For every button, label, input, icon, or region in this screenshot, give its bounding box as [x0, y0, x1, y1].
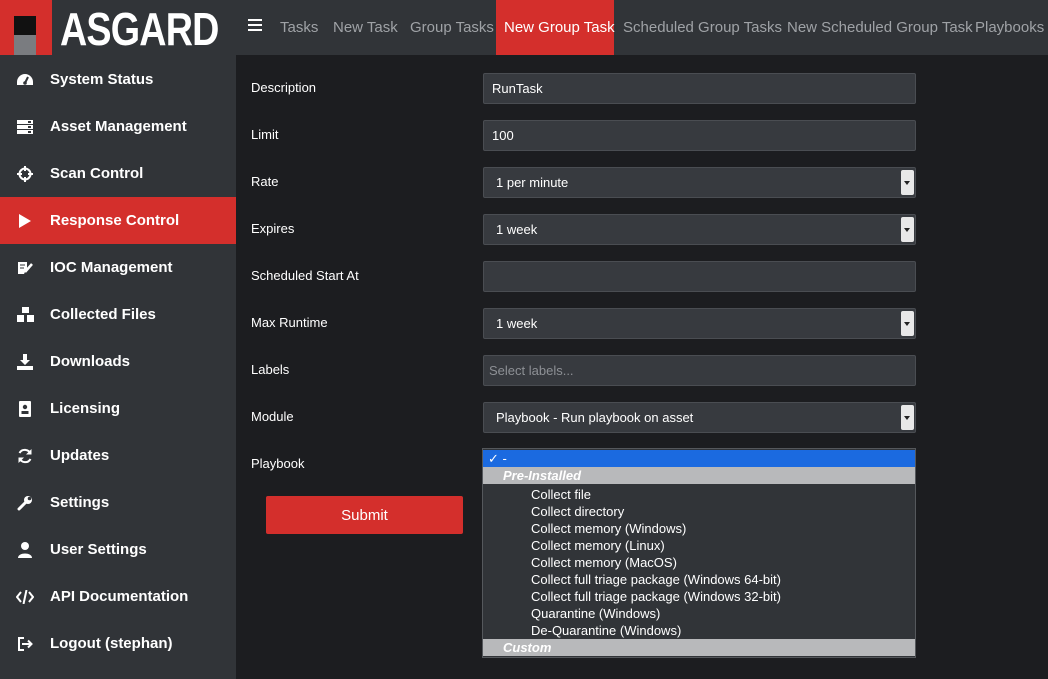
- sidebar-item-api-documentation[interactable]: API Documentation: [0, 573, 236, 620]
- sidebar-item-updates[interactable]: Updates: [0, 432, 236, 479]
- user-icon: [15, 540, 35, 560]
- labels-placeholder: Select labels...: [489, 363, 574, 378]
- sidebar-item-ioc-management[interactable]: IOC Management: [0, 244, 236, 291]
- file-edit-icon: [15, 258, 35, 278]
- select-arrow-icon: [901, 311, 914, 336]
- labels-input[interactable]: Select labels...: [483, 355, 916, 386]
- max-runtime-label: Max Runtime: [251, 315, 328, 330]
- tab-scheduled-group-tasks[interactable]: Scheduled Group Tasks: [623, 0, 782, 55]
- dropdown-option[interactable]: Collect memory (Linux): [483, 537, 915, 554]
- sidebar-item-system-status[interactable]: System Status: [0, 56, 236, 103]
- sidebar-item-collected-files[interactable]: Collected Files: [0, 291, 236, 338]
- sidebar-item-downloads[interactable]: Downloads: [0, 338, 236, 385]
- sidebar-item-scan-control[interactable]: Scan Control: [0, 150, 236, 197]
- limit-input[interactable]: 100: [483, 120, 916, 151]
- dropdown-option[interactable]: Collect memory (Windows): [483, 520, 915, 537]
- sidebar-item-label: Settings: [50, 494, 110, 511]
- dropdown-option[interactable]: Collect full triage package (Windows 64-…: [483, 571, 915, 588]
- select-arrow-icon: [901, 405, 914, 430]
- sidebar-item-response-control[interactable]: Response Control: [0, 197, 236, 244]
- dropdown-group-pre-installed: Pre-Installed: [483, 467, 915, 484]
- cubes-icon: [15, 305, 35, 325]
- dropdown-option[interactable]: Collect memory (MacOS): [483, 554, 915, 571]
- top-navigation: Tasks New Task Group Tasks New Group Tas…: [236, 0, 1048, 55]
- sidebar-item-label: Scan Control: [50, 165, 144, 182]
- sidebar-item-label: Licensing: [50, 400, 121, 417]
- tab-playbooks[interactable]: Playbooks: [975, 0, 1044, 55]
- limit-value: 100: [492, 128, 514, 143]
- expires-label: Expires: [251, 221, 295, 236]
- module-select[interactable]: Playbook - Run playbook on asset: [483, 402, 916, 433]
- playbook-label: Playbook: [251, 456, 305, 471]
- sidebar-item-label: IOC Management: [50, 259, 173, 276]
- logo-mark: [14, 16, 36, 55]
- sidebar-item-logout[interactable]: Logout (stephan): [0, 620, 236, 667]
- brand-name: ASGARD: [60, 3, 219, 55]
- dropdown-option[interactable]: Collect full triage package (Windows 32-…: [483, 588, 915, 605]
- expires-value: 1 week: [496, 222, 538, 237]
- max-runtime-value: 1 week: [496, 316, 538, 331]
- expires-select[interactable]: 1 week: [483, 214, 916, 245]
- sidebar-item-label: Updates: [50, 447, 110, 464]
- server-icon: [15, 117, 35, 137]
- dropdown-option[interactable]: Quarantine (Windows): [483, 605, 915, 622]
- rate-select[interactable]: 1 per minute: [483, 167, 916, 198]
- play-icon: [15, 211, 35, 231]
- download-icon: [15, 352, 35, 372]
- refresh-icon: [15, 446, 35, 466]
- description-label: Description: [251, 80, 317, 95]
- module-value: Playbook - Run playbook on asset: [496, 410, 694, 425]
- sidebar-item-label: Asset Management: [50, 118, 187, 135]
- select-arrow-icon: [901, 217, 914, 242]
- sidebar: ASGARD System Status Asset Management Sc…: [0, 0, 236, 679]
- dropdown-option[interactable]: Collect directory: [483, 503, 915, 520]
- sidebar-item-user-settings[interactable]: User Settings: [0, 526, 236, 573]
- sidebar-item-label: User Settings: [50, 541, 147, 558]
- dropdown-option[interactable]: De-Quarantine (Windows): [483, 622, 915, 639]
- tab-new-group-task[interactable]: New Group Task: [496, 0, 615, 55]
- dropdown-option-selected[interactable]: ✓ -: [483, 450, 915, 467]
- description-value: RunTask: [492, 81, 543, 96]
- crosshairs-icon: [15, 164, 35, 184]
- logout-icon: [15, 634, 35, 654]
- labels-label: Labels: [251, 362, 290, 377]
- sidebar-item-label: System Status: [50, 71, 154, 88]
- scheduled-start-label: Scheduled Start At: [251, 268, 359, 283]
- sidebar-item-label: Response Control: [50, 212, 180, 229]
- sidebar-item-licensing[interactable]: Licensing: [0, 385, 236, 432]
- sidebar-item-asset-management[interactable]: Asset Management: [0, 103, 236, 150]
- dashboard-icon: [15, 70, 35, 90]
- tab-new-task[interactable]: New Task: [333, 0, 398, 55]
- tab-tasks[interactable]: Tasks: [280, 0, 318, 55]
- description-input[interactable]: RunTask: [483, 73, 916, 104]
- rate-value: 1 per minute: [496, 175, 569, 190]
- sidebar-item-label: API Documentation: [50, 588, 189, 605]
- id-badge-icon: [15, 399, 35, 419]
- limit-label: Limit: [251, 127, 279, 142]
- dropdown-group-custom: Custom: [483, 639, 915, 656]
- select-arrow-icon: [901, 170, 914, 195]
- sidebar-item-settings[interactable]: Settings: [0, 479, 236, 526]
- sidebar-item-label: Collected Files: [50, 306, 156, 323]
- rate-label: Rate: [251, 174, 279, 189]
- tab-new-scheduled-group-task[interactable]: New Scheduled Group Task: [787, 0, 973, 55]
- module-label: Module: [251, 409, 294, 424]
- submit-button[interactable]: Submit: [266, 496, 463, 534]
- logo[interactable]: ASGARD: [0, 0, 236, 55]
- max-runtime-select[interactable]: 1 week: [483, 308, 916, 339]
- dropdown-option[interactable]: Collect file: [483, 486, 915, 503]
- scheduled-start-input[interactable]: [483, 261, 916, 292]
- code-icon: [15, 587, 35, 607]
- tab-group-tasks[interactable]: Group Tasks: [410, 0, 494, 55]
- playbook-dropdown-list[interactable]: ✓ - Pre-Installed Collect file Collect d…: [482, 448, 916, 658]
- sidebar-item-label: Downloads: [50, 353, 131, 370]
- sidebar-item-label: Logout (stephan): [50, 635, 173, 652]
- hamburger-menu-icon[interactable]: [248, 18, 264, 34]
- wrench-icon: [15, 493, 35, 513]
